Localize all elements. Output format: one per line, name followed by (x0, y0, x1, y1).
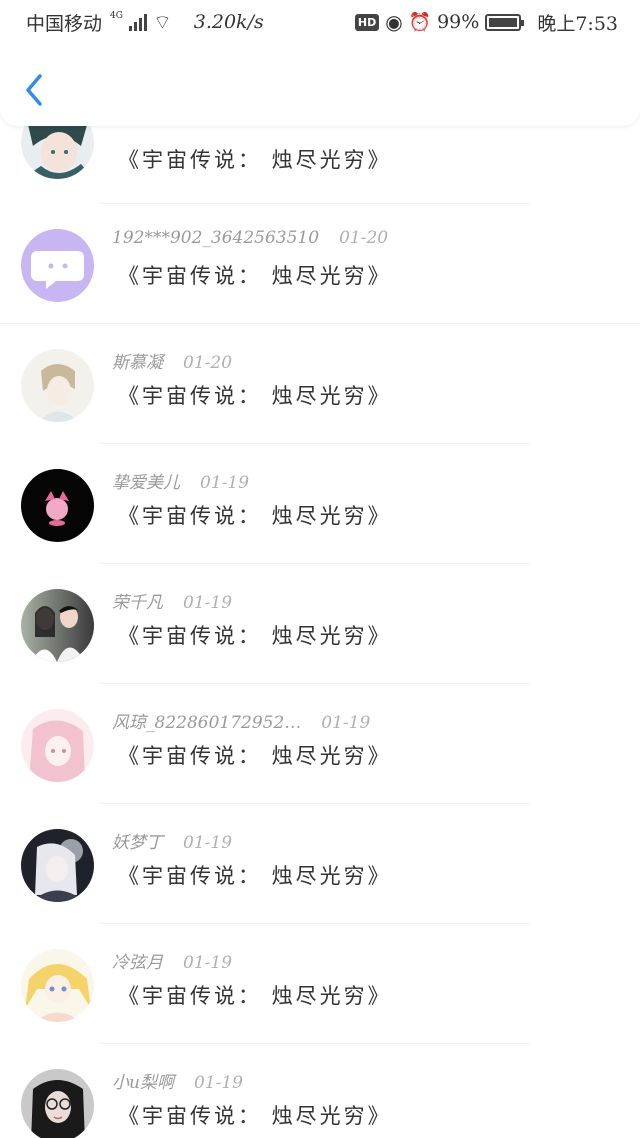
battery-fill (489, 17, 518, 27)
message-date: 01-19 (321, 713, 371, 733)
avatar[interactable] (21, 949, 94, 1022)
eye-icon: ◉ (385, 10, 403, 34)
carrier-label: 中国移动 (26, 12, 103, 35)
wifi-icon: ⌔ (152, 9, 172, 34)
message-text: 《宇宙传说： 烛尽光穷》 (118, 864, 392, 888)
list-item[interactable]: 192***902_3642563510 01-20 《宇宙传说： 烛尽光穷》 (0, 204, 640, 324)
sender-name[interactable]: 192***902_3642563510 (112, 228, 319, 248)
status-bar: 中国移动 4G ⌔ 3.20k/s HD ◉ ⏰ 99% 晚上7:53 (0, 0, 640, 44)
message-text: 《宇宙传说： 烛尽光穷》 (118, 744, 392, 768)
avatar[interactable] (21, 709, 94, 782)
network-type: 4G (110, 11, 123, 21)
message-meta: 妖梦丁 01-19 (112, 828, 232, 853)
message-date: 01-19 (200, 473, 250, 493)
message-text: 《宇宙传说： 烛尽光穷》 (118, 148, 392, 172)
list-item[interactable]: 挚爱美儿 01-19 《宇宙传说： 烛尽光穷》 (0, 444, 640, 564)
message-meta: 风琼_822860172952… 01-19 (112, 708, 370, 733)
message-text: 《宇宙传说： 烛尽光穷》 (118, 1104, 392, 1128)
message-text: 《宇宙传说： 烛尽光穷》 (118, 264, 392, 288)
status-left: 中国移动 4G ⌔ 3.20k/s (26, 9, 264, 36)
message-meta: 斯慕凝 01-20 (112, 348, 232, 373)
message-text: 《宇宙传说： 烛尽光穷》 (118, 984, 392, 1008)
alarm-icon: ⏰ (408, 11, 432, 33)
avatar[interactable] (21, 1069, 94, 1138)
chevron-left-icon (26, 74, 42, 106)
signal-icon (128, 13, 147, 31)
message-meta: 小u梨啊 01-19 (112, 1068, 243, 1093)
network-speed: 3.20k/s (193, 11, 264, 33)
message-date: 01-19 (183, 833, 233, 853)
message-meta: 挚爱美儿 01-19 (112, 468, 249, 493)
avatar[interactable] (21, 229, 94, 302)
list-item[interactable]: 妖梦丁 01-19 《宇宙传说： 烛尽光穷》 (0, 804, 640, 924)
list-item[interactable]: 风琼_822860172952… 01-19 《宇宙传说： 烛尽光穷》 (0, 684, 640, 804)
message-text: 《宇宙传说： 烛尽光穷》 (118, 504, 392, 528)
message-list: 《宇宙传说： 烛尽光穷》 192***902_3642563510 01-20 《… (0, 0, 640, 1138)
message-date: 01-19 (193, 1073, 243, 1093)
nav-header (0, 44, 640, 126)
avatar[interactable] (21, 469, 94, 542)
avatar[interactable] (21, 349, 94, 422)
list-item[interactable]: 斯慕凝 01-20 《宇宙传说： 烛尽光穷》 (0, 324, 640, 444)
avatar[interactable] (21, 829, 94, 902)
battery-icon (485, 13, 525, 31)
battery-percent: 99% (437, 11, 480, 33)
clock-time: 晚上7:53 (537, 12, 618, 35)
message-meta: 冷弦月 01-19 (112, 948, 232, 973)
message-date: 01-20 (183, 353, 233, 373)
list-item[interactable]: 冷弦月 01-19 《宇宙传说： 烛尽光穷》 (0, 924, 640, 1044)
sender-name[interactable]: 斯慕凝 (112, 353, 163, 373)
status-right: HD ◉ ⏰ 99% 晚上7:53 (354, 9, 618, 36)
sender-name[interactable]: 挚爱美儿 (112, 473, 180, 493)
sender-name[interactable]: 冷弦月 (112, 953, 163, 973)
message-date: 01-19 (183, 593, 233, 613)
message-date: 01-19 (183, 953, 233, 973)
message-text: 《宇宙传说： 烛尽光穷》 (118, 384, 392, 408)
sender-name[interactable]: 妖梦丁 (112, 833, 163, 853)
message-text: 《宇宙传说： 烛尽光穷》 (118, 624, 392, 648)
avatar[interactable] (21, 589, 94, 662)
message-meta: 192***902_3642563510 01-20 (112, 228, 388, 248)
message-meta: 荣千凡 01-19 (112, 588, 232, 613)
hd-icon: HD (354, 13, 380, 31)
sender-name[interactable]: 荣千凡 (112, 593, 163, 613)
message-date: 01-20 (339, 228, 389, 248)
list-item[interactable]: 荣千凡 01-19 《宇宙传说： 烛尽光穷》 (0, 564, 640, 684)
sender-name[interactable]: 小u梨啊 (112, 1073, 174, 1093)
list-item[interactable]: 小u梨啊 01-19 《宇宙传说： 烛尽光穷》 (0, 1044, 640, 1138)
sender-name[interactable]: 风琼_822860172952… (112, 713, 301, 733)
back-button[interactable] (20, 70, 50, 110)
